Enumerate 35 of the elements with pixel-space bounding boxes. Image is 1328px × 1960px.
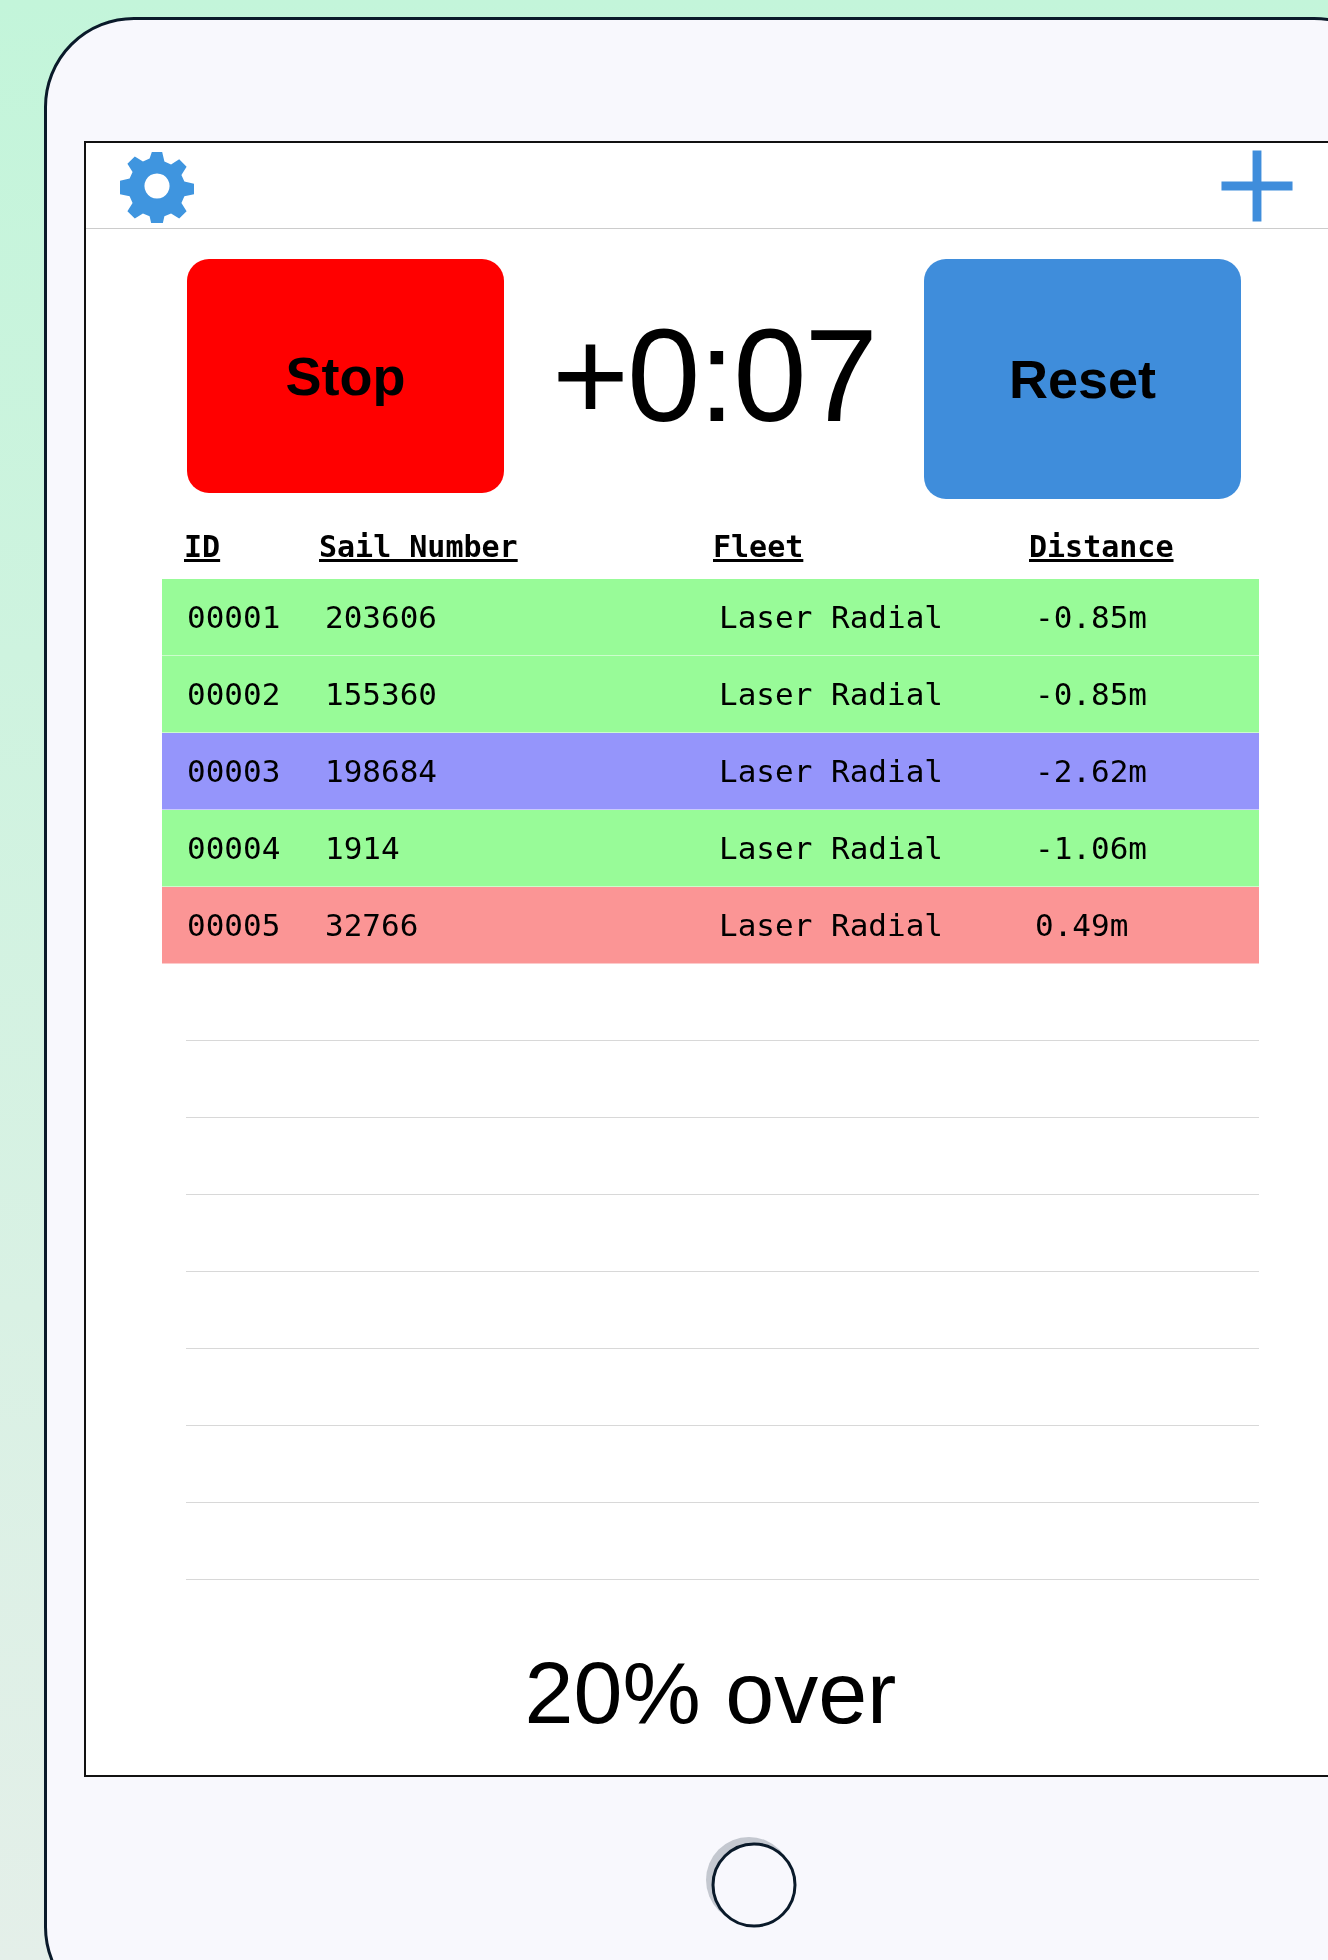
column-header: Sail Number	[319, 529, 518, 566]
table-cell: 32766	[325, 907, 419, 943]
table-row[interactable]: 00002 155360 Laser Radial -0.85m	[162, 656, 1259, 733]
table-row[interactable]: 00001 203606 Laser Radial -0.85m	[162, 579, 1259, 656]
table-cell: Laser Radial	[719, 599, 943, 635]
table-cell: 0.49m	[1035, 907, 1129, 943]
stop-button[interactable]: Stop	[187, 259, 504, 493]
table-cell: 198684	[325, 753, 437, 789]
table-cell: -0.85m	[1035, 676, 1147, 712]
reset-button[interactable]: Reset	[924, 259, 1241, 499]
table-cell: Laser Radial	[719, 753, 943, 789]
table-cell: 155360	[325, 676, 437, 712]
summary-text: 20% over	[524, 1642, 897, 1744]
table-cell: -1.06m	[1035, 830, 1147, 866]
table-cell: 00004	[187, 830, 281, 866]
table-row[interactable]: 00005 32766 Laser Radial 0.49m	[162, 887, 1259, 964]
add-icon[interactable]	[1220, 148, 1294, 223]
home-button[interactable]	[706, 1837, 798, 1929]
table-row[interactable]: 00003 198684 Laser Radial -2.62m	[162, 733, 1259, 810]
column-header: ID	[184, 529, 221, 566]
table-row[interactable]: 00004 1914 Laser Radial -1.06m	[162, 810, 1259, 887]
table-cell: -2.62m	[1035, 753, 1147, 789]
column-header: Distance	[1029, 529, 1174, 566]
table-cell: 1914	[325, 830, 400, 866]
table-cell: Laser Radial	[719, 907, 943, 943]
table-cell: 203606	[325, 599, 437, 635]
column-header: Fleet	[713, 529, 804, 566]
table-cell: 00002	[187, 676, 281, 712]
table-cell: 00003	[187, 753, 281, 789]
table-cell: Laser Radial	[719, 830, 943, 866]
table-cell: Laser Radial	[719, 676, 943, 712]
table-cell: 00001	[187, 599, 281, 635]
table-cell: 00005	[187, 907, 281, 943]
timer-display: +0:07	[551, 310, 877, 442]
table-cell: -0.85m	[1035, 599, 1147, 635]
